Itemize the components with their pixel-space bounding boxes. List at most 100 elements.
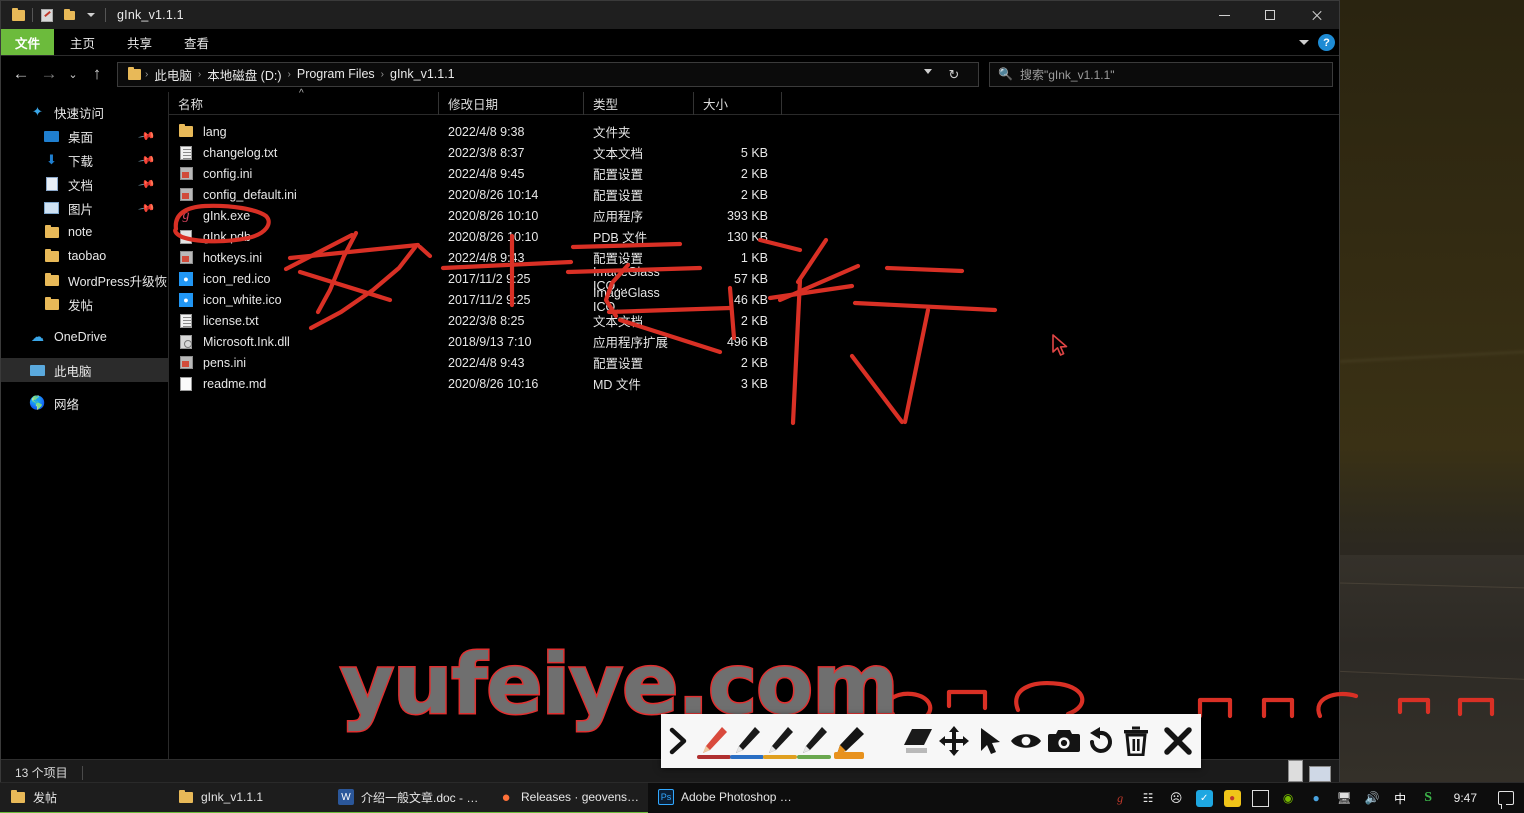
app-tray-icon[interactable]: ☷ bbox=[1140, 790, 1157, 807]
up-button[interactable]: ↑ bbox=[83, 60, 111, 88]
snapshot-button[interactable] bbox=[1046, 714, 1082, 768]
table-row[interactable]: lang 2022/4/8 9:38 文件夹 bbox=[169, 121, 1339, 142]
new-folder-icon[interactable] bbox=[58, 4, 80, 26]
table-row[interactable]: ● icon_red.ico 2017/11/2 9:25 ImageGlass IC… bbox=[169, 265, 1339, 293]
column-date[interactable]: 修改日期 bbox=[439, 91, 584, 115]
gink-tray-thumb-icon-2[interactable] bbox=[1309, 766, 1331, 782]
pen-2-button[interactable] bbox=[730, 714, 765, 768]
pin-icon: 📌 bbox=[137, 200, 156, 218]
qq-tray-icon[interactable]: ✓ bbox=[1195, 789, 1213, 807]
folder-icon[interactable] bbox=[7, 4, 29, 26]
forward-button[interactable]: → bbox=[35, 60, 63, 88]
gink-tray-thumb-icon[interactable] bbox=[1288, 760, 1303, 782]
properties-icon[interactable] bbox=[36, 4, 58, 26]
folder-icon bbox=[43, 296, 60, 312]
volume-tray-icon[interactable]: 🔊 bbox=[1364, 790, 1381, 807]
nvidia-tray-icon[interactable]: ◉ bbox=[1280, 790, 1297, 807]
table-row[interactable]: changelog.txt 2022/3/8 8:37 文本文档 5 KB bbox=[169, 142, 1339, 163]
maximize-button[interactable] bbox=[1247, 1, 1293, 29]
sidebar-item-taobao[interactable]: taobao bbox=[1, 244, 168, 268]
pointer-button[interactable] bbox=[972, 714, 1007, 768]
sidebar-item-onedrive[interactable]: ☁ OneDrive bbox=[1, 325, 168, 349]
breadcrumb-item-1[interactable]: 本地磁盘 (D:) bbox=[202, 65, 286, 84]
table-row[interactable]: readme.md 2020/8/26 10:16 MD 文件 3 KB bbox=[169, 373, 1339, 394]
pen-3-button[interactable] bbox=[763, 714, 798, 768]
breadcrumb-item-0[interactable]: 此电脑 bbox=[149, 65, 197, 84]
column-size[interactable]: 大小 bbox=[694, 91, 782, 115]
sidebar-item-wordpress[interactable]: WordPress升级恢… bbox=[1, 268, 168, 292]
breadcrumb-item-2[interactable]: Program Files bbox=[292, 67, 380, 81]
network-tray-icon[interactable]: 🖥 bbox=[1336, 790, 1353, 807]
breadcrumb-item-3[interactable]: gInk_v1.1.1 bbox=[385, 67, 460, 81]
chevron-down-icon[interactable] bbox=[924, 68, 932, 74]
tab-share[interactable]: 共享 bbox=[111, 29, 168, 55]
sogou-tray-icon[interactable]: S bbox=[1420, 790, 1437, 807]
table-row[interactable]: license.txt 2022/3/8 8:25 文本文档 2 KB bbox=[169, 310, 1339, 331]
help-icon[interactable]: ? bbox=[1318, 34, 1335, 51]
taskbar-item-word-doc[interactable]: W 介绍一般文章.doc - … bbox=[328, 782, 488, 813]
pen-1-button[interactable] bbox=[696, 714, 731, 768]
sidebar-item-note[interactable]: note bbox=[1, 220, 168, 244]
table-row[interactable]: pens.ini 2022/4/8 9:43 配置设置 2 KB bbox=[169, 352, 1339, 373]
refresh-icon[interactable]: ↻ bbox=[946, 67, 962, 83]
clear-button[interactable] bbox=[1118, 714, 1155, 768]
pen-4-button[interactable] bbox=[796, 714, 831, 768]
back-button[interactable]: ← bbox=[7, 60, 35, 88]
taskbar-item-fatie[interactable]: 发帖 bbox=[0, 782, 168, 813]
pen-2-color-stroke bbox=[730, 755, 765, 759]
table-row[interactable]: gInk.pdb 2020/8/26 10:10 PDB 文件 130 KB bbox=[169, 226, 1339, 247]
recent-locations-button[interactable]: ⌄ bbox=[63, 60, 83, 88]
sidebar-item-this-pc[interactable]: 此电脑 bbox=[1, 358, 168, 382]
file-name: hotkeys.ini bbox=[203, 250, 263, 265]
chevron-down-icon[interactable] bbox=[1299, 40, 1309, 45]
star-icon: ✦ bbox=[32, 104, 43, 119]
highlighter-button[interactable] bbox=[830, 714, 867, 768]
column-type[interactable]: 类型 bbox=[584, 91, 694, 115]
sidebar-item-fatie[interactable]: 发帖 bbox=[1, 292, 168, 316]
eraser-button[interactable] bbox=[900, 714, 936, 768]
table-row[interactable]: ● icon_white.ico 2017/11/2 9:25 ImageGlass … bbox=[169, 286, 1339, 314]
table-row[interactable]: Microsoft.Ink.dll 2018/9/13 7:10 应用程序扩展 496… bbox=[169, 331, 1339, 352]
file-name: gInk.pdb bbox=[203, 229, 251, 244]
minimize-button[interactable] bbox=[1201, 1, 1247, 29]
gink-tray-icon[interactable]: g bbox=[1112, 790, 1129, 807]
exit-button[interactable] bbox=[1155, 714, 1201, 768]
ini-file-icon bbox=[178, 250, 194, 266]
undo-button[interactable] bbox=[1082, 714, 1118, 768]
tab-view[interactable]: 查看 bbox=[168, 29, 225, 55]
address-bar: ← → ⌄ ↑ › 此电脑 › 本地磁盘 (D:) › Program File… bbox=[1, 56, 1339, 92]
sidebar-item-documents[interactable]: 文档 📌 bbox=[1, 172, 168, 196]
notification-icon[interactable] bbox=[1498, 791, 1514, 809]
sidebar-item-pictures[interactable]: 图片 📌 bbox=[1, 196, 168, 220]
folder-icon bbox=[43, 224, 60, 240]
taskbar-clock[interactable]: 9:47 bbox=[1448, 791, 1483, 805]
sidebar-item-network[interactable]: 🌎 网络 bbox=[1, 391, 168, 415]
sidebar-item-downloads[interactable]: ⬇ 下载 📌 bbox=[1, 148, 168, 172]
sidebar-item-desktop[interactable]: 桌面 📌 bbox=[1, 124, 168, 148]
security-tray-icon[interactable]: ● bbox=[1223, 789, 1241, 807]
ime-chinese-icon[interactable]: 中 bbox=[1392, 790, 1409, 807]
visibility-button[interactable] bbox=[1007, 714, 1046, 768]
sidebar-item-quick-access[interactable]: ✦ 快速访问 bbox=[1, 100, 168, 124]
column-name[interactable]: 名称 ^ bbox=[169, 88, 439, 115]
customize-caret-icon[interactable] bbox=[80, 4, 102, 26]
move-button[interactable] bbox=[936, 714, 972, 768]
taskbar-item-gink[interactable]: gInk_v1.1.1 bbox=[168, 782, 328, 813]
search-input[interactable]: 🔍 搜索"gInk_v1.1.1" bbox=[989, 61, 1333, 87]
sidebar-item-label: 图片 bbox=[68, 202, 94, 217]
taskbar-item-photoshop[interactable]: Ps Adobe Photoshop … bbox=[648, 783, 814, 813]
table-row[interactable]: config_default.ini 2020/8/26 10:14 配置设置 2 K… bbox=[169, 184, 1339, 205]
table-row[interactable]: config.ini 2022/4/8 9:45 配置设置 2 KB bbox=[169, 163, 1339, 184]
table-row[interactable]: g gInk.exe 2020/8/26 10:10 应用程序 393 KB bbox=[169, 205, 1339, 226]
expand-arrow-button[interactable] bbox=[661, 714, 697, 768]
tab-home[interactable]: 主页 bbox=[54, 29, 111, 55]
window-controls bbox=[1201, 1, 1339, 29]
tab-file[interactable]: 文件 bbox=[1, 29, 55, 55]
table-row[interactable]: hotkeys.ini 2022/4/8 9:43 配置设置 1 KB bbox=[169, 247, 1339, 268]
display-tray-icon[interactable] bbox=[1251, 789, 1269, 807]
breadcrumb[interactable]: › 此电脑 › 本地磁盘 (D:) › Program Files › gInk… bbox=[117, 61, 979, 87]
shield-warning-tray-icon[interactable]: ● bbox=[1308, 790, 1325, 807]
taskbar-item-firefox[interactable]: ● Releases · geovens… bbox=[488, 782, 648, 813]
close-button[interactable] bbox=[1293, 1, 1339, 29]
alien-tray-icon[interactable]: ☹ bbox=[1168, 790, 1185, 807]
